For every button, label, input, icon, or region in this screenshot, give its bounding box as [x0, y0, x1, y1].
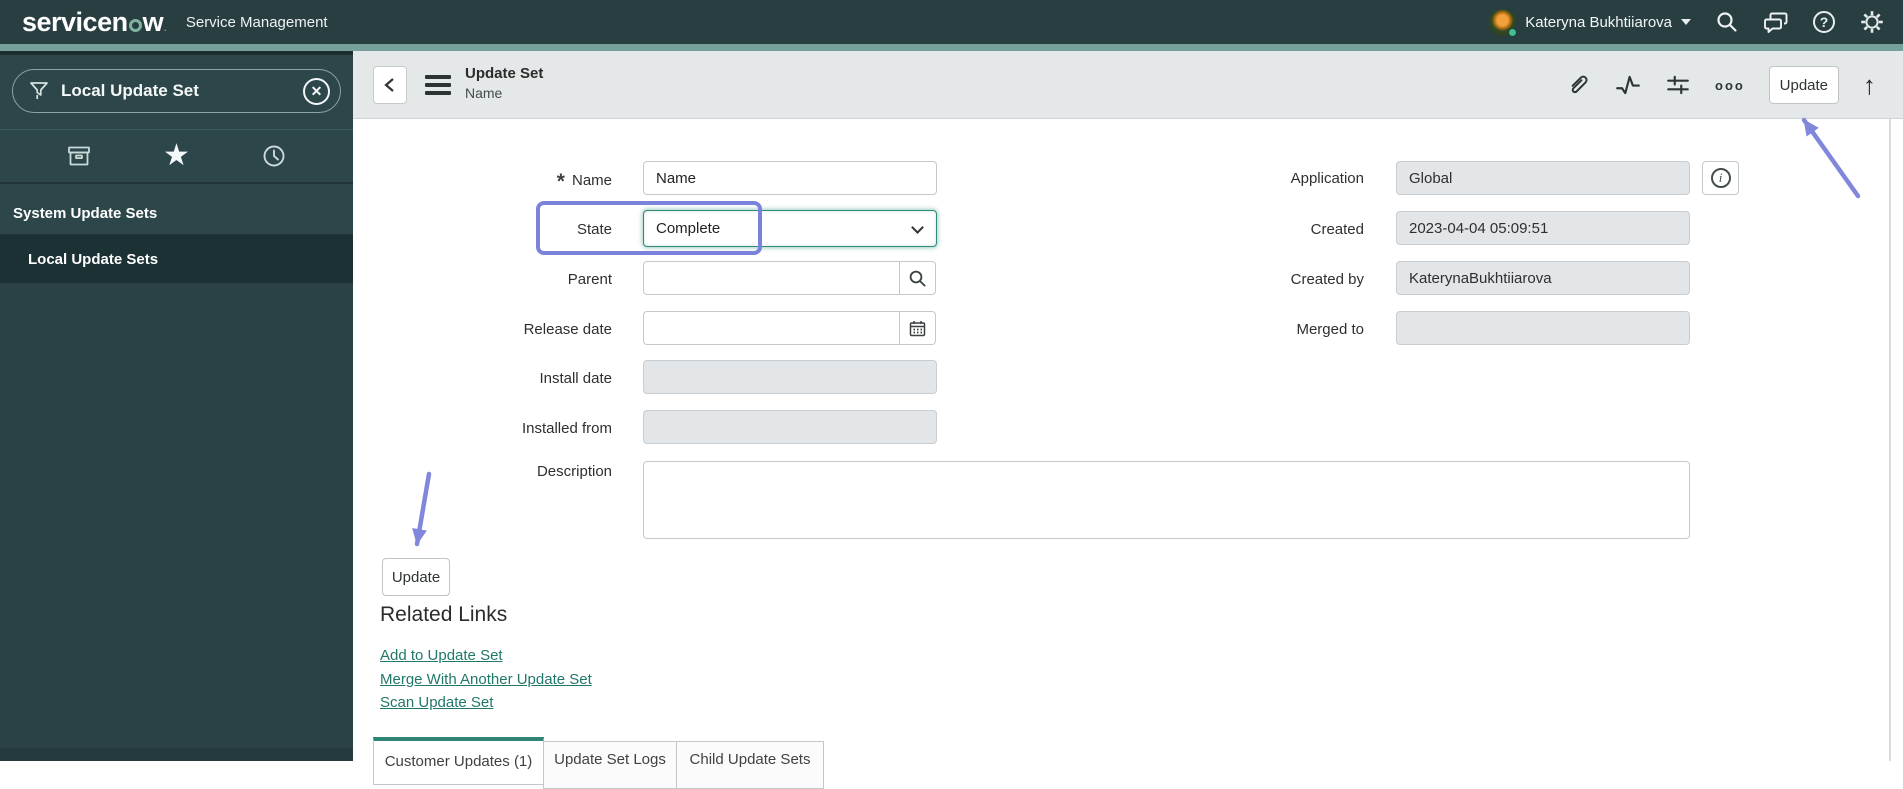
form-context-menu-icon[interactable]: [425, 75, 451, 95]
install-date-label: Install date: [539, 370, 612, 387]
parent-input[interactable]: [643, 261, 901, 295]
accent-strip: [0, 44, 1903, 51]
name-label: * Name: [556, 170, 612, 193]
sidebar-bottom-strip: [0, 748, 353, 761]
back-button[interactable]: [373, 66, 407, 104]
state-label: State: [576, 221, 612, 238]
navigator-filter-value: Local Update Set: [61, 81, 199, 100]
merged-to-label: Merged to: [1296, 321, 1364, 338]
lookup-search-icon: [909, 270, 926, 287]
record-subtitle: Name: [465, 85, 503, 101]
toolbar-actions: ooo Update ↑ ↓: [1565, 51, 1903, 119]
form-update-button[interactable]: Update: [382, 558, 450, 596]
created-by-label: Created by: [1290, 271, 1364, 288]
presence-dot-icon: [1508, 27, 1518, 37]
user-name: Kateryna Bukhtiiarova: [1525, 13, 1672, 31]
history-clock-icon[interactable]: [261, 143, 287, 169]
sidebar-item-local-update-sets[interactable]: Local Update Sets: [0, 235, 353, 283]
close-icon: ✕: [310, 82, 323, 99]
navigator-filter-input[interactable]: Local Update Set ✕: [12, 69, 341, 113]
related-lists-tabs: Customer Updates (1) Update Set Logs Chi…: [373, 737, 824, 789]
record-title-block: Update Set Name: [465, 65, 543, 101]
installed-from-input: [643, 410, 937, 444]
sidebar-empty-area: [0, 283, 353, 752]
link-merge-with-another-update-set[interactable]: Merge With Another Update Set: [380, 671, 592, 688]
parent-lookup-button[interactable]: [899, 261, 936, 295]
favorites-star-icon[interactable]: ★: [163, 141, 190, 171]
parent-label: Parent: [567, 271, 612, 288]
product-name: Service Management: [185, 13, 328, 31]
created-by-input: [1396, 261, 1690, 295]
navigator-icon-tabs: ★: [0, 129, 353, 184]
tab-update-set-logs[interactable]: Update Set Logs: [543, 741, 677, 789]
servicenow-logo: servicen w .: [22, 7, 166, 38]
app-header: servicen w . Service Management Kateryna…: [0, 0, 1903, 44]
application-info-button[interactable]: i: [1702, 161, 1739, 195]
activity-stream-icon[interactable]: [1615, 72, 1641, 98]
related-links-heading: Related Links: [380, 603, 508, 626]
user-menu[interactable]: Kateryna Bukhtiiarova: [1489, 8, 1691, 37]
calendar-icon: [909, 320, 926, 336]
toolbar-update-button[interactable]: Update: [1768, 66, 1839, 104]
tab-child-update-sets[interactable]: Child Update Sets: [676, 741, 824, 789]
state-selected-value: Complete: [656, 220, 721, 237]
logo-text-1: servicen: [22, 6, 128, 37]
avatar[interactable]: [1489, 8, 1518, 37]
link-scan-update-set[interactable]: Scan Update Set: [380, 694, 493, 711]
personalize-form-sliders-icon[interactable]: [1665, 72, 1691, 98]
header-right-cluster: Kateryna Bukhtiiarova ?: [1489, 8, 1885, 37]
help-glyph: ?: [1819, 14, 1829, 30]
merged-to-input: [1396, 311, 1690, 345]
more-options-icon[interactable]: ooo: [1715, 78, 1745, 93]
global-search-icon[interactable]: [1715, 10, 1739, 34]
main-content: Update Set Name ooo Update ↑ * Name Name…: [353, 51, 1903, 789]
chevron-down-icon: [1681, 19, 1691, 25]
info-icon: i: [1710, 168, 1731, 188]
record-title: Update Set: [465, 65, 544, 82]
chevron-left-icon: [384, 78, 394, 92]
link-add-to-update-set[interactable]: Add to Update Set: [380, 647, 503, 664]
release-date-label: Release date: [523, 321, 612, 338]
required-mark: *: [556, 170, 565, 193]
gear-icon[interactable]: [1859, 9, 1885, 35]
release-date-calendar-button[interactable]: [899, 311, 936, 345]
description-label: Description: [536, 463, 612, 480]
tab-customer-updates[interactable]: Customer Updates (1): [373, 737, 544, 785]
form-header-toolbar: Update Set Name ooo Update ↑: [353, 51, 1903, 119]
application-navigator: Local Update Set ✕ ★ System Update Sets …: [0, 51, 353, 761]
release-date-input[interactable]: [643, 311, 901, 345]
scrollbar-track[interactable]: [1889, 119, 1891, 761]
logo-text-2: w: [142, 6, 164, 37]
name-input[interactable]: [643, 161, 937, 195]
logo-trademark: .: [164, 23, 166, 33]
state-select[interactable]: Complete: [643, 210, 937, 247]
previous-record-arrow-icon[interactable]: ↑: [1863, 72, 1876, 98]
application-input: [1396, 161, 1690, 195]
filter-funnel-icon: [30, 82, 48, 99]
created-label: Created: [1310, 221, 1364, 238]
chat-icon[interactable]: [1763, 10, 1789, 34]
installed-from-label: Installed from: [521, 420, 612, 437]
install-date-input: [643, 360, 937, 394]
application-label: Application: [1290, 170, 1364, 187]
clear-filter-button[interactable]: ✕: [303, 77, 330, 105]
help-icon[interactable]: ?: [1813, 11, 1835, 33]
logo-ring-icon: [128, 18, 142, 32]
all-applications-icon[interactable]: [66, 143, 92, 169]
attachment-paperclip-icon[interactable]: [1565, 72, 1591, 98]
select-chevron-icon: [911, 221, 924, 234]
sidebar-section-system-update-sets[interactable]: System Update Sets: [0, 192, 353, 235]
description-textarea[interactable]: [643, 461, 1690, 539]
created-input: [1396, 211, 1690, 245]
